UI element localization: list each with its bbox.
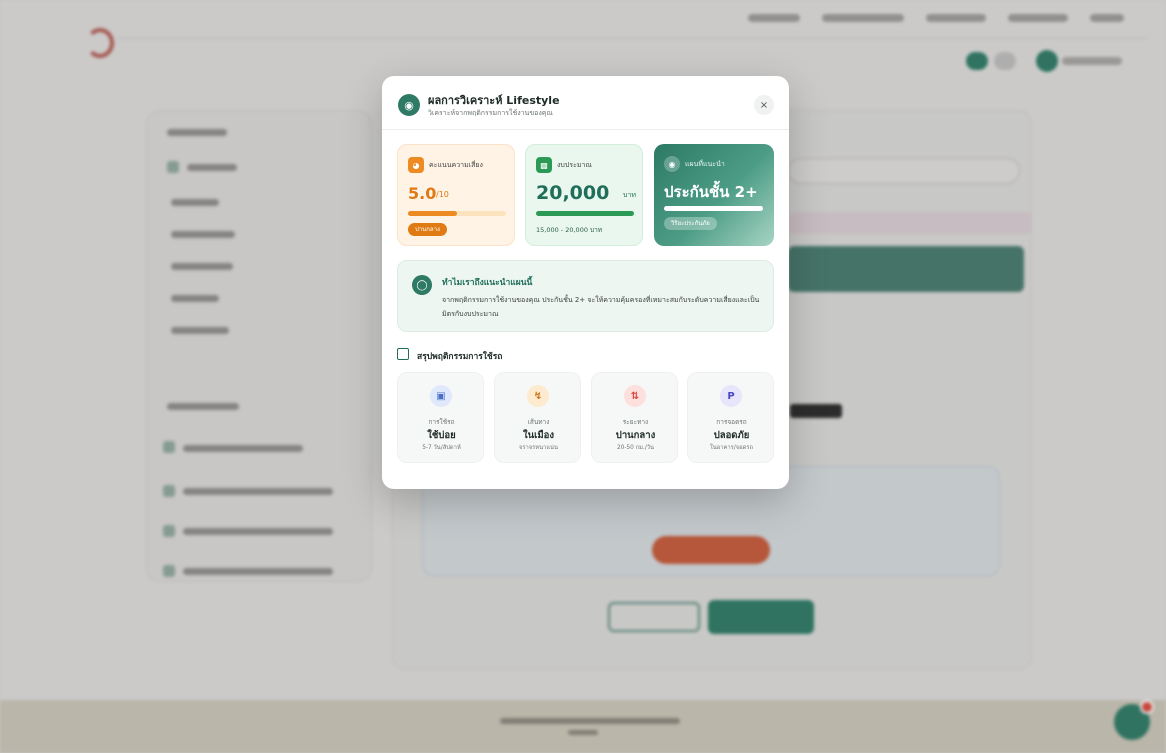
- budget-card: ▩ งบประมาณ 20,000 บาท 15,000 - 20,000 บา…: [525, 144, 643, 246]
- modal-header: ◉ ผลการวิเคราะห์ Lifestyle วิเคราะห์จากพ…: [382, 76, 789, 130]
- why-recommend-box: ◯ ทำไมเราถึงแนะนำแผนนี้ จากพฤติกรรมการใช…: [397, 260, 774, 332]
- budget-range: 15,000 - 20,000 บาท: [536, 226, 603, 234]
- plan-name: ประกันชั้น 2+: [664, 183, 758, 201]
- risk-progress: [408, 211, 506, 216]
- tile-value: ในเมือง: [523, 430, 554, 441]
- modal-subtitle: วิเคราะห์จากพฤติกรรมการใช้งานของคุณ: [428, 109, 553, 117]
- tile-value: ปลอดภัย: [713, 430, 750, 441]
- tile-sub: 20-50 กม./วัน: [616, 445, 655, 451]
- tile-sub: 5-7 วัน/สัปดาห์: [422, 445, 461, 451]
- tile-label: การใช้รถ: [428, 418, 455, 426]
- tile-sub: จราจรหนาแน่น: [519, 445, 558, 451]
- money-icon: ▩: [536, 157, 552, 173]
- budget-label: งบประมาณ: [557, 161, 592, 169]
- car-icon: ▣: [430, 385, 452, 407]
- budget-unit: บาท: [623, 191, 636, 199]
- plan-bar: [664, 206, 763, 211]
- document-icon: [397, 348, 409, 360]
- lightbulb-icon: ◯: [412, 275, 432, 295]
- close-button[interactable]: ×: [754, 95, 774, 115]
- usage-tile: ▣ การใช้รถ ใช้บ่อย 5-7 วัน/สัปดาห์: [397, 372, 484, 463]
- budget-bar: [536, 211, 634, 216]
- tile-sub: ในอาคาร/จอดรถ: [710, 445, 753, 451]
- tile-label: ระยะทาง: [622, 418, 649, 426]
- risk-level-badge: ปานกลาง: [408, 223, 447, 236]
- location-pin-icon: ◉: [398, 94, 420, 116]
- tile-value: ปานกลาง: [615, 430, 656, 441]
- risk-score-unit: /10: [436, 190, 449, 199]
- insurer-badge: วิริยะประกันภัย: [664, 217, 717, 230]
- gauge-icon: ◕: [408, 157, 424, 173]
- why-title: ทำไมเราถึงแนะนำแผนนี้: [442, 278, 533, 288]
- recommended-plan-card: ◉ แผนที่แนะนำ ประกันชั้น 2+ วิริยะประกัน…: [654, 144, 774, 246]
- budget-amount: 20,000: [536, 182, 610, 204]
- plan-label: แผนที่แนะนำ: [685, 160, 725, 168]
- distance-tile: ⇅ ระยะทาง ปานกลาง 20-50 กม./วัน: [591, 372, 678, 463]
- risk-progress-fill: [408, 211, 457, 216]
- risk-score: 5.0: [408, 184, 437, 203]
- target-icon: ◉: [664, 156, 680, 172]
- why-body: จากพฤติกรรมการใช้งานของคุณ ประกันชั้น 2+…: [442, 296, 760, 318]
- modal-title: ผลการวิเคราะห์ Lifestyle: [428, 94, 560, 107]
- route-icon: ↯: [527, 385, 549, 407]
- summary-title: สรุปพฤติกรรมการใช้รถ: [417, 352, 503, 362]
- risk-label: คะแนนความเสี่ยง: [429, 161, 483, 169]
- route-tile: ↯ เส้นทาง ในเมือง จราจรหนาแน่น: [494, 372, 581, 463]
- parking-icon: P: [720, 385, 742, 407]
- tile-label: เส้นทาง: [527, 418, 550, 426]
- distance-icon: ⇅: [624, 385, 646, 407]
- tile-label: การจอดรถ: [716, 418, 747, 426]
- parking-tile: P การจอดรถ ปลอดภัย ในอาคาร/จอดรถ: [687, 372, 774, 463]
- lifestyle-result-modal: ◉ ผลการวิเคราะห์ Lifestyle วิเคราะห์จากพ…: [382, 76, 789, 489]
- risk-score-card: ◕ คะแนนความเสี่ยง 5.0 /10 ปานกลาง: [397, 144, 515, 246]
- tile-value: ใช้บ่อย: [427, 430, 456, 441]
